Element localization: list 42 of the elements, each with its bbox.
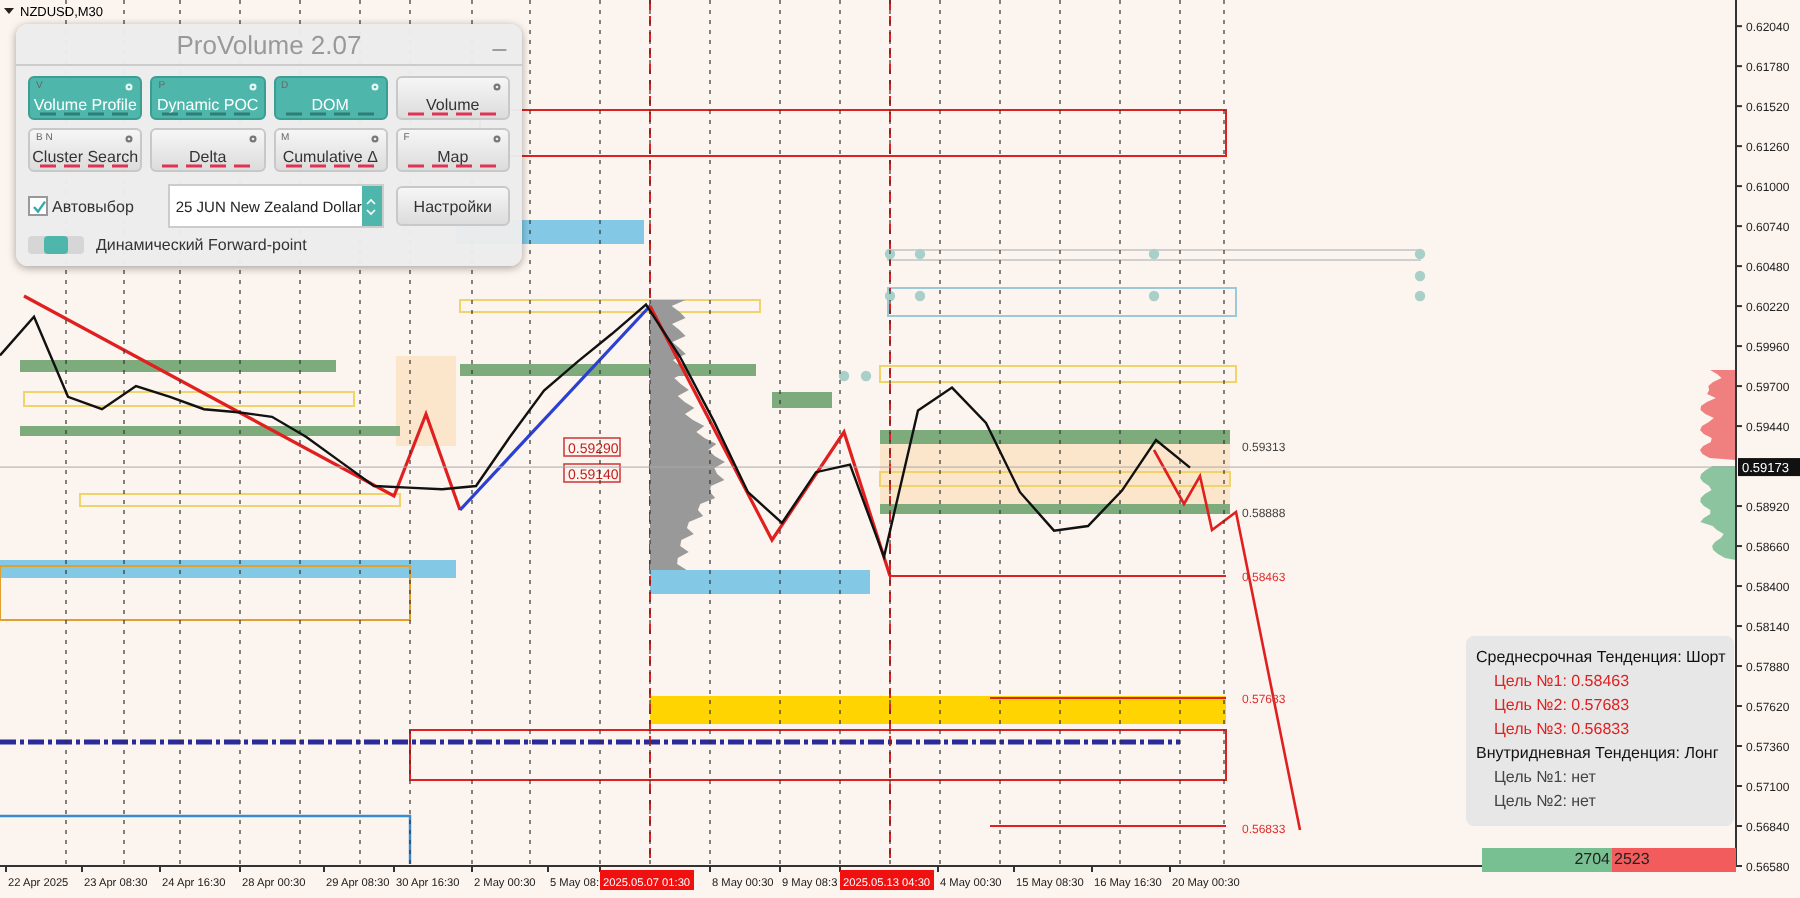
auto-select-checkbox[interactable] [28, 196, 48, 216]
zone-band [772, 392, 832, 408]
sell-volume-bar: 2523 [1612, 848, 1736, 872]
settings-button[interactable]: Настройки [395, 186, 510, 226]
marker-dot [1414, 248, 1426, 260]
buy-volume-bar: 2704 [1482, 848, 1612, 872]
gear-icon [247, 82, 257, 92]
auto-select-label: Автовыбор [52, 197, 134, 215]
marker-dot [1414, 270, 1426, 282]
marker-dot [838, 370, 850, 382]
marker-dot [1148, 290, 1160, 302]
forward-point-label: Динамический Forward-point [96, 236, 307, 254]
target-line: Цель №3: 0.56833 [1494, 720, 1630, 738]
forward-point-toggle[interactable] [28, 236, 84, 254]
indicator-button[interactable]: Delta [150, 128, 265, 172]
dropdown-icon [4, 8, 14, 14]
gear-icon [492, 82, 502, 92]
gear-icon [124, 134, 135, 144]
marker-dot [1414, 290, 1426, 302]
indicator-button[interactable]: Volume [395, 76, 510, 120]
gear-icon [369, 82, 380, 92]
spinner-icon [366, 197, 377, 215]
marker-dot [914, 290, 926, 302]
trend-heading: Внутридневная Тенденция: Лонг [1476, 744, 1719, 762]
gear-icon [124, 82, 135, 92]
gear-icon [369, 134, 380, 144]
marker-dot [860, 370, 872, 382]
target-line: Цель №2: 0.57683 [1494, 696, 1630, 714]
target-line: Цель №1: 0.58463 [1494, 672, 1630, 690]
marker-dot [914, 248, 926, 260]
target-line: Цель №1: нет [1494, 768, 1596, 786]
marker-dot [884, 248, 896, 260]
buy-profile-drawing [1700, 466, 1736, 560]
trend-heading: Среднесрочная Тенденция: Шорт [1476, 648, 1726, 666]
marker-dot [884, 290, 896, 302]
target-line: Цель №2: нет [1494, 792, 1596, 810]
panel-title: ProVolume 2.07 [176, 29, 362, 59]
marker-dot [1148, 248, 1160, 260]
gear-icon [247, 134, 257, 144]
gear-icon [492, 134, 502, 144]
check-icon [31, 199, 45, 213]
sell-profile-drawing [1700, 370, 1736, 460]
